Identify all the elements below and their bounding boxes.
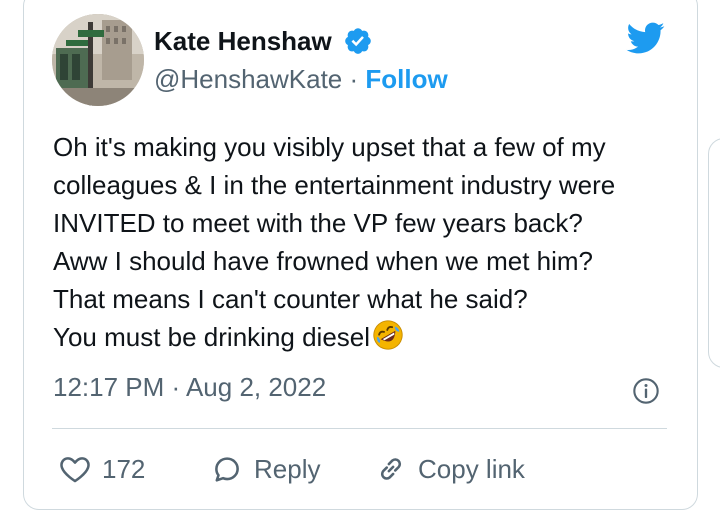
author-handle-line: @HenshawKate · Follow (154, 64, 448, 95)
tweet-line: Oh it's making you visibly upset that a … (53, 132, 606, 162)
tweet-line: INVITED to meet with the VP few years ba… (53, 208, 583, 238)
reply-button[interactable]: Reply (210, 447, 320, 491)
rolling-on-floor-laughing-emoji (373, 320, 403, 350)
link-icon (380, 458, 402, 480)
info-icon[interactable] (632, 377, 660, 405)
copy-link-button[interactable]: Copy link (374, 447, 525, 491)
tweet-line-text: You must be drinking diesel (53, 322, 371, 352)
author-handle[interactable]: @HenshawKate (154, 64, 342, 94)
tweet-timestamp[interactable]: 12:17 PM · Aug 2, 2022 (53, 372, 326, 403)
copy-link-label: Copy link (418, 453, 525, 484)
heart-icon (60, 457, 90, 483)
reply-label: Reply (254, 453, 321, 484)
author-name[interactable]: Kate Henshaw (154, 26, 332, 57)
twitter-bird-icon[interactable] (622, 18, 668, 58)
tweet-line: Aww I should have frowned when we met hi… (53, 246, 594, 276)
tweet-actions: 172 Reply Copy link (52, 447, 672, 491)
avatar[interactable] (52, 14, 144, 106)
adjacent-card-edge (708, 138, 720, 368)
verified-badge-icon (345, 28, 371, 54)
follow-button[interactable]: Follow (365, 64, 447, 94)
tweet-line: colleagues & I in the entertainment indu… (53, 170, 616, 200)
tweet-text: Oh it's making you visibly upset that a … (53, 128, 683, 356)
speech-bubble-icon (215, 457, 239, 482)
like-count: 172 (102, 453, 146, 484)
handle-separator: · (349, 64, 359, 94)
tweet-line-last: You must be drinking diesel (53, 318, 683, 356)
tweet-line: That means I can't counter what he said? (53, 284, 528, 314)
divider (52, 428, 667, 429)
like-button[interactable]: 172 (58, 447, 145, 491)
